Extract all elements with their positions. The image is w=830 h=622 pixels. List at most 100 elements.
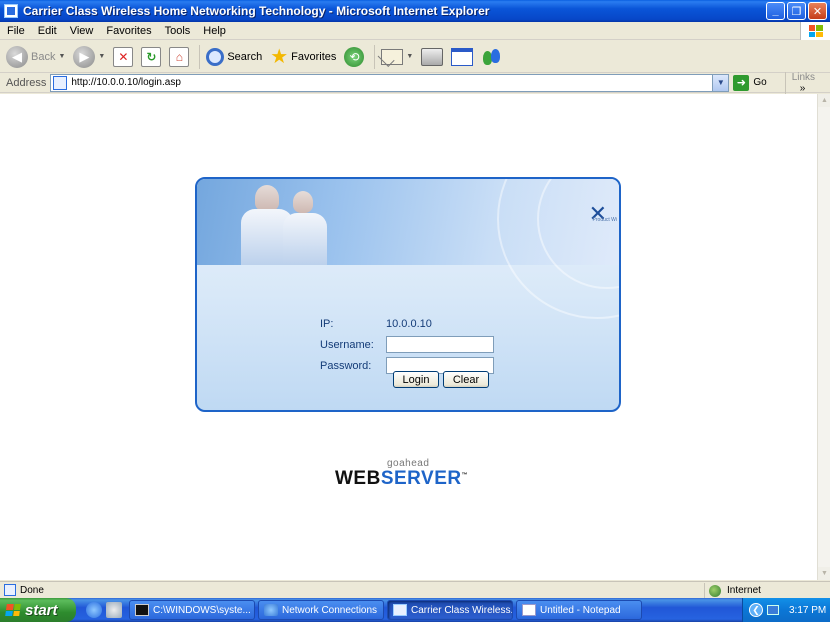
page-content: ✕ Product Wi IP: 10.0.0.10 Username: Pas… xyxy=(0,94,817,580)
back-arrow-icon: ◀ xyxy=(6,45,28,68)
search-label: Search xyxy=(227,50,263,63)
links-toolbar[interactable]: Links » xyxy=(784,71,830,94)
ie-quicklaunch-icon[interactable] xyxy=(86,602,102,618)
menu-favorites[interactable]: Favorites xyxy=(99,25,157,37)
minimize-button[interactable]: _ xyxy=(766,2,785,20)
taskbar-item-network[interactable]: Network Connections xyxy=(258,600,384,620)
goahead-webserver-logo: goahead WEBSERVER™ xyxy=(335,458,495,498)
links-label: Links xyxy=(791,71,816,83)
status-bar: Done Internet xyxy=(0,581,830,598)
mail-dropdown-icon[interactable]: ▼ xyxy=(406,53,413,60)
login-buttons: Login Clear xyxy=(393,371,489,388)
search-button[interactable]: Search xyxy=(204,44,264,70)
toolbar-separator xyxy=(374,44,376,69)
close-button[interactable]: ✕ xyxy=(808,2,827,20)
logo-server-text: SERVER xyxy=(380,468,462,489)
windows-logo-icon xyxy=(800,22,830,40)
taskbar-item-label: Network Connections xyxy=(282,604,378,616)
network-connections-icon xyxy=(264,604,278,616)
taskbar: start C:\WINDOWS\syste... Network Connec… xyxy=(0,598,830,622)
back-label: Back xyxy=(31,50,56,63)
stop-icon: ✕ xyxy=(113,46,134,67)
taskbar-item-ie[interactable]: Carrier Class Wireless... xyxy=(387,600,513,620)
login-banner-image: ✕ Product Wi xyxy=(197,179,619,319)
window-title: Carrier Class Wireless Home Networking T… xyxy=(23,4,490,18)
forward-dropdown-icon[interactable]: ▼ xyxy=(98,53,105,60)
ip-row: IP: 10.0.0.10 xyxy=(320,313,494,334)
ip-value: 10.0.0.10 xyxy=(386,317,432,330)
status-text: Done xyxy=(20,584,44,596)
login-form: IP: 10.0.0.10 Username: Password: xyxy=(320,313,494,376)
restore-button[interactable]: ❐ xyxy=(787,2,806,20)
messenger-icon xyxy=(481,47,503,67)
edit-page-icon xyxy=(451,47,474,66)
menu-edit[interactable]: Edit xyxy=(31,25,63,37)
messenger-button[interactable] xyxy=(479,44,505,70)
menu-help[interactable]: Help xyxy=(196,25,232,37)
tray-network-icon[interactable] xyxy=(767,605,779,615)
links-chevron-icon[interactable]: » xyxy=(800,83,806,94)
go-label: Go xyxy=(753,77,767,88)
forward-button[interactable]: ▶ ▼ xyxy=(71,44,107,70)
system-tray: ❮ 3:17 PM xyxy=(742,598,830,622)
login-panel: ✕ Product Wi IP: 10.0.0.10 Username: Pas… xyxy=(195,177,621,412)
tray-expand-icon[interactable]: ❮ xyxy=(749,603,763,617)
mail-button[interactable]: ▼ xyxy=(379,44,415,70)
logo-trademark: ™ xyxy=(461,472,469,479)
taskbar-item-label: Untitled - Notepad xyxy=(540,604,621,616)
history-button[interactable]: ⟲ xyxy=(342,44,366,70)
home-button[interactable]: ⌂ xyxy=(167,44,191,70)
back-button[interactable]: ◀ Back ▼ xyxy=(4,44,67,70)
ie-window-icon[interactable] xyxy=(4,4,18,18)
zone-label: Internet xyxy=(727,585,761,596)
page-icon xyxy=(53,75,68,90)
cmd-icon xyxy=(135,604,149,616)
favorites-star-icon: ★ xyxy=(270,45,289,68)
printer-icon xyxy=(421,47,444,66)
address-bar: Address http://10.0.0.10/login.asp ▼ ➜ G… xyxy=(0,71,830,94)
username-label: Username: xyxy=(320,338,374,351)
address-url[interactable]: http://10.0.0.10/login.asp xyxy=(71,77,181,88)
internet-globe-icon xyxy=(709,584,721,597)
mail-icon xyxy=(381,48,404,65)
home-icon: ⌂ xyxy=(169,46,190,67)
back-dropdown-icon[interactable]: ▼ xyxy=(58,53,65,60)
clear-button[interactable]: Clear xyxy=(443,371,489,388)
refresh-button[interactable]: ↻ xyxy=(139,44,163,70)
ip-label: IP: xyxy=(320,317,334,330)
vertical-scrollbar[interactable]: ▲ ▼ xyxy=(817,94,830,580)
taskbar-item-notepad[interactable]: Untitled - Notepad xyxy=(516,600,642,620)
favorites-button[interactable]: ★ Favorites xyxy=(268,44,338,70)
notepad-icon xyxy=(522,604,536,616)
login-button[interactable]: Login xyxy=(393,371,439,388)
brand-logo-icon: ✕ xyxy=(588,201,607,226)
start-button[interactable]: start xyxy=(0,598,76,622)
taskbar-item-label: C:\WINDOWS\syste... xyxy=(153,604,251,616)
brand-logo-text: Product Wi xyxy=(592,217,617,223)
menu-tools[interactable]: Tools xyxy=(158,25,197,37)
go-button[interactable]: ➜ Go xyxy=(733,74,767,91)
username-input[interactable] xyxy=(386,336,494,353)
go-arrow-icon: ➜ xyxy=(733,74,750,91)
taskbar-item-label: Carrier Class Wireless... xyxy=(411,604,513,616)
forward-arrow-icon: ▶ xyxy=(73,45,96,68)
tray-clock: 3:17 PM xyxy=(789,604,827,616)
print-button[interactable] xyxy=(419,44,445,70)
logo-web-text: WEB xyxy=(335,468,381,489)
search-icon xyxy=(206,47,225,66)
edit-button[interactable] xyxy=(449,44,475,70)
username-row: Username: xyxy=(320,334,494,355)
menu-view[interactable]: View xyxy=(63,25,100,37)
stop-button[interactable]: ✕ xyxy=(111,44,135,70)
address-field[interactable]: http://10.0.0.10/login.asp ▼ xyxy=(50,73,730,92)
scroll-up-icon[interactable]: ▲ xyxy=(818,94,830,107)
address-dropdown-icon[interactable]: ▼ xyxy=(712,74,729,91)
ie-page-icon xyxy=(393,604,407,616)
toolbar-separator xyxy=(199,44,201,69)
standard-toolbar: ◀ Back ▼ ▶ ▼ ✕ ↻ ⌂ Search ★ Favorites ⟲ … xyxy=(0,41,830,73)
scroll-down-icon[interactable]: ▼ xyxy=(818,567,830,580)
show-desktop-icon[interactable] xyxy=(106,602,122,618)
quick-launch xyxy=(86,602,126,618)
menu-file[interactable]: File xyxy=(0,25,31,37)
taskbar-item-cmd[interactable]: C:\WINDOWS\syste... xyxy=(129,600,255,620)
